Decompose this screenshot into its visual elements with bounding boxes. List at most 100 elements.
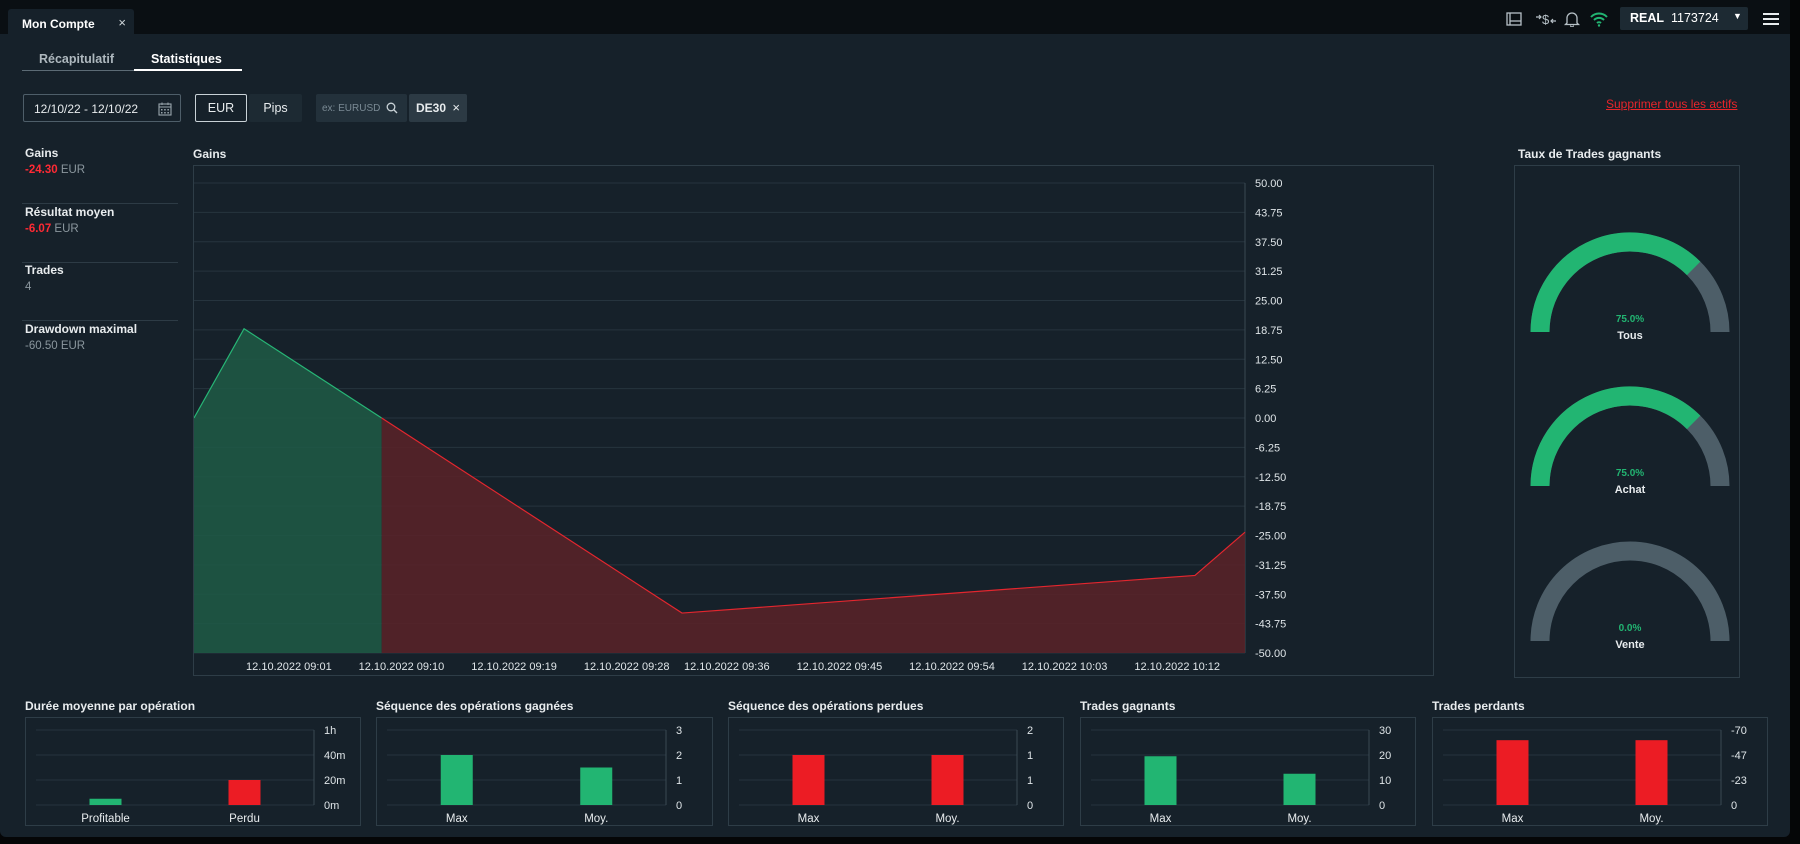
y-tick-label: 10 [1379,775,1391,787]
y-tick-label: 0 [1379,800,1385,812]
gains-chart: 50.00 43.75 37.50 31.25 25.00 18.75 12.50 6.25 0… [193,178,1286,673]
gains-chart-title: Gains [193,147,227,161]
y-tick-label: 1 [676,775,682,787]
bar [1283,773,1316,805]
unit-pips-button[interactable]: Pips [249,94,302,122]
account-selector[interactable]: REAL 1173724 ▼ [1620,7,1748,30]
summary-value-line: -6.07 EUR [25,223,79,235]
unit-eur-button[interactable]: EUR [195,94,247,122]
y-tick-label: -6.25 [1255,442,1280,454]
x-tick-label: 12.10.2022 10:12 [1134,661,1220,673]
gains-chart-panel: 50.00 43.75 37.50 31.25 25.00 18.75 12.50 6.25 0… [193,165,1434,676]
gauge-label: Tous [1617,330,1642,342]
y-tick-label: 2 [1027,725,1033,737]
summary-label: Trades [25,263,64,277]
asset-tag-label: DE30 [416,101,447,115]
x-tick-label: 12.10.2022 09:19 [471,661,557,673]
gains-positive-area [194,328,382,653]
hamburger-menu-icon[interactable] [1763,13,1779,25]
bar [792,755,825,805]
win-sequence-title: Séquence des opérations gagnées [376,699,574,713]
layout-icon[interactable] [1505,11,1523,27]
y-tick-label: 20 [1379,750,1391,762]
y-tick-label: -23 [1731,775,1747,787]
x-tick-label: Max [798,813,820,825]
gauge-value: 75.0% [1616,468,1644,479]
y-tick-label: -25.00 [1255,531,1286,543]
bar [1144,756,1177,805]
x-tick-label: 12.10.2022 09:36 [684,661,770,673]
y-tick-label: 50.00 [1255,178,1283,190]
summary-trades: Trades 4 [22,263,178,321]
tab-statistiques[interactable]: Statistiques [151,52,222,66]
top-bar: Mon Compte × $ REAL 1173724 ▼ [0,0,1790,39]
y-tick-label: 1 [1027,750,1033,762]
search-icon[interactable] [386,102,398,114]
y-tick-label: 25.00 [1255,296,1283,308]
y-tick-label: 12.50 [1255,354,1283,366]
y-tick-label: 31.25 [1255,266,1283,278]
y-tick-label: -43.75 [1255,619,1286,631]
dollar-transfer-icon[interactable]: $ [1535,11,1557,27]
x-tick-label: 12.10.2022 10:03 [1022,661,1108,673]
summary-label: Résultat moyen [25,205,115,219]
avg-duration-chart: 1h 40m 20m 0m Profitable Perdu [36,725,345,825]
x-tick-label: 12.10.2022 09:45 [797,661,883,673]
y-tick-label: -12.50 [1255,472,1286,484]
summary-unit: EUR [60,340,86,352]
win-sequence-chart: 3 2 1 0 Max Moy. [387,725,682,825]
account-window: Mon Compte × $ REAL 1173724 ▼ Récapitula… [0,0,1790,837]
winning-trades-chart: 30 20 10 0 Max Moy. [1091,725,1391,825]
y-tick-label: 1 [1027,775,1033,787]
tab-recapitulatif[interactable]: Récapitulatif [39,52,114,66]
x-tick-label: 12.10.2022 09:28 [584,661,670,673]
asset-search[interactable] [316,94,407,122]
winning-trades-title: Trades gagnants [1080,699,1176,713]
tab-mon-compte[interactable]: Mon Compte × [8,9,134,39]
gauge-value: 75.0% [1616,314,1644,325]
account-number: 1173724 [1671,11,1719,25]
x-tick-label: Moy. [584,813,608,825]
asset-tag: DE30 × [409,94,467,122]
winning-trades-panel: 30 20 10 0 Max Moy. [1080,717,1416,826]
y-tick-label: 0 [1027,800,1033,812]
y-tick-label: -18.75 [1255,501,1286,513]
remove-tag-icon[interactable]: × [452,100,460,115]
x-tick-label: 12.10.2022 09:01 [246,661,332,673]
summary-max-drawdown: Drawdown maximal -60.50 EUR [22,322,178,380]
summary-average-result: Résultat moyen -6.07 EUR [22,205,178,263]
y-tick-label: 0.00 [1255,413,1276,425]
chevron-down-icon: ▼ [1733,11,1742,21]
bell-icon[interactable] [1563,11,1581,27]
x-tick-label: 12.10.2022 09:54 [909,661,995,673]
bar [1496,740,1529,805]
date-range-picker[interactable]: 12/10/22 - 12/10/22 [23,94,181,122]
win-rate-title: Taux de Trades gagnants [1518,147,1662,161]
y-tick-label: 20m [324,775,345,787]
asset-search-input[interactable] [322,100,384,116]
summary-unit: EUR [60,164,86,176]
y-tick-label: 0 [1731,800,1737,812]
y-tick-label: 37.50 [1255,237,1283,249]
x-tick-label: Max [1150,813,1172,825]
avg-duration-panel: 1h 40m 20m 0m Profitable Perdu [25,717,361,826]
summary-value: -6.07 [25,223,52,235]
clear-all-assets-link[interactable]: Supprimer tous les actifs [1606,97,1737,111]
y-tick-label: 1h [324,725,336,737]
bar [89,798,122,805]
gauge-label: Achat [1615,484,1646,496]
close-icon[interactable]: × [118,15,126,30]
summary-gains: Gains -24.30 EUR [22,146,178,204]
y-tick-label: 0m [324,800,339,812]
x-tick-label: Moy. [935,813,959,825]
y-tick-label: -50.00 [1255,648,1286,660]
svg-text:$: $ [1542,12,1550,27]
loss-sequence-panel: 2 1 1 0 Max Moy. [728,717,1064,826]
x-tick-label: Profitable [81,813,130,825]
x-tick-label: Perdu [229,813,260,825]
active-tab-indicator [134,69,242,71]
x-tick-label: Moy. [1287,813,1311,825]
summary-unit: EUR [54,223,79,235]
gauge-label: Vente [1615,639,1644,651]
win-rate-panel: 75.0% Tous 75.0% Achat 0.0% Vente [1514,165,1740,678]
